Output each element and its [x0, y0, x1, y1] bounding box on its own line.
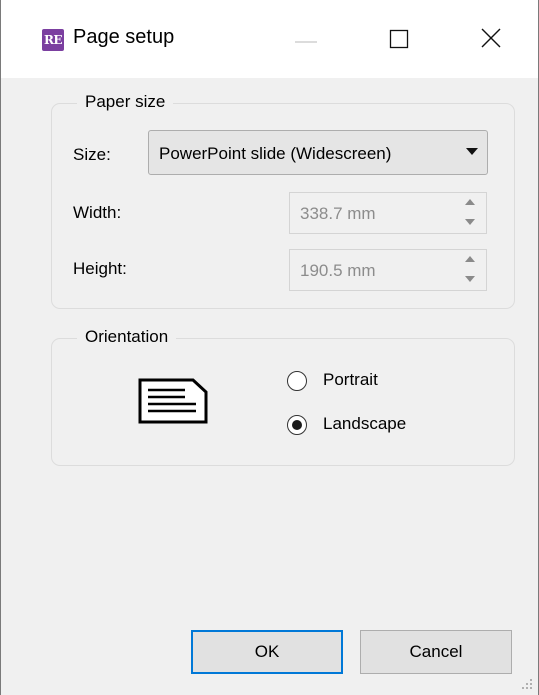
height-field: 190.5 mm	[289, 249, 487, 291]
size-label: Size:	[73, 145, 111, 164]
app-icon: RE	[42, 29, 64, 51]
width-stepper	[454, 193, 486, 233]
landscape-label: Landscape	[323, 414, 407, 433]
minimize-button[interactable]	[281, 18, 331, 58]
width-value: 338.7 mm	[300, 204, 376, 223]
minimize-icon	[295, 41, 317, 43]
landscape-page-icon	[138, 378, 208, 424]
caret-up-icon	[465, 256, 475, 262]
title-bar[interactable]: RE Page setup	[1, 0, 538, 78]
page-setup-dialog: RE Page setup Paper size Size: PowerPoin…	[0, 0, 539, 695]
radio-button-selected-icon	[287, 415, 307, 435]
caret-down-icon	[465, 219, 475, 225]
size-select-value: PowerPoint slide (Widescreen)	[159, 144, 392, 163]
height-increment-button	[454, 250, 486, 270]
maximize-button[interactable]	[374, 18, 424, 58]
radio-button-icon	[287, 371, 307, 391]
resize-grip-icon[interactable]	[520, 677, 534, 691]
height-decrement-button	[454, 270, 486, 290]
size-select[interactable]: PowerPoint slide (Widescreen)	[148, 130, 488, 175]
caret-up-icon	[465, 199, 475, 205]
width-decrement-button	[454, 213, 486, 233]
height-label: Height:	[73, 259, 127, 278]
width-label: Width:	[73, 203, 122, 222]
width-increment-button	[454, 193, 486, 213]
width-field: 338.7 mm	[289, 192, 487, 234]
caret-down-icon	[465, 276, 475, 282]
close-icon	[481, 28, 501, 48]
window-title: Page setup	[73, 26, 175, 48]
maximize-icon	[389, 29, 409, 49]
orientation-group	[51, 338, 515, 466]
orientation-group-label: Orientation	[77, 327, 177, 347]
paper-size-group-label: Paper size	[77, 92, 174, 112]
chevron-down-icon	[466, 148, 478, 155]
height-stepper	[454, 250, 486, 290]
ok-button[interactable]: OK	[191, 630, 343, 674]
portrait-label: Portrait	[323, 370, 378, 389]
radio-dot	[292, 420, 302, 430]
height-value: 190.5 mm	[300, 261, 376, 280]
cancel-button[interactable]: Cancel	[360, 630, 512, 674]
close-button[interactable]	[466, 18, 516, 58]
